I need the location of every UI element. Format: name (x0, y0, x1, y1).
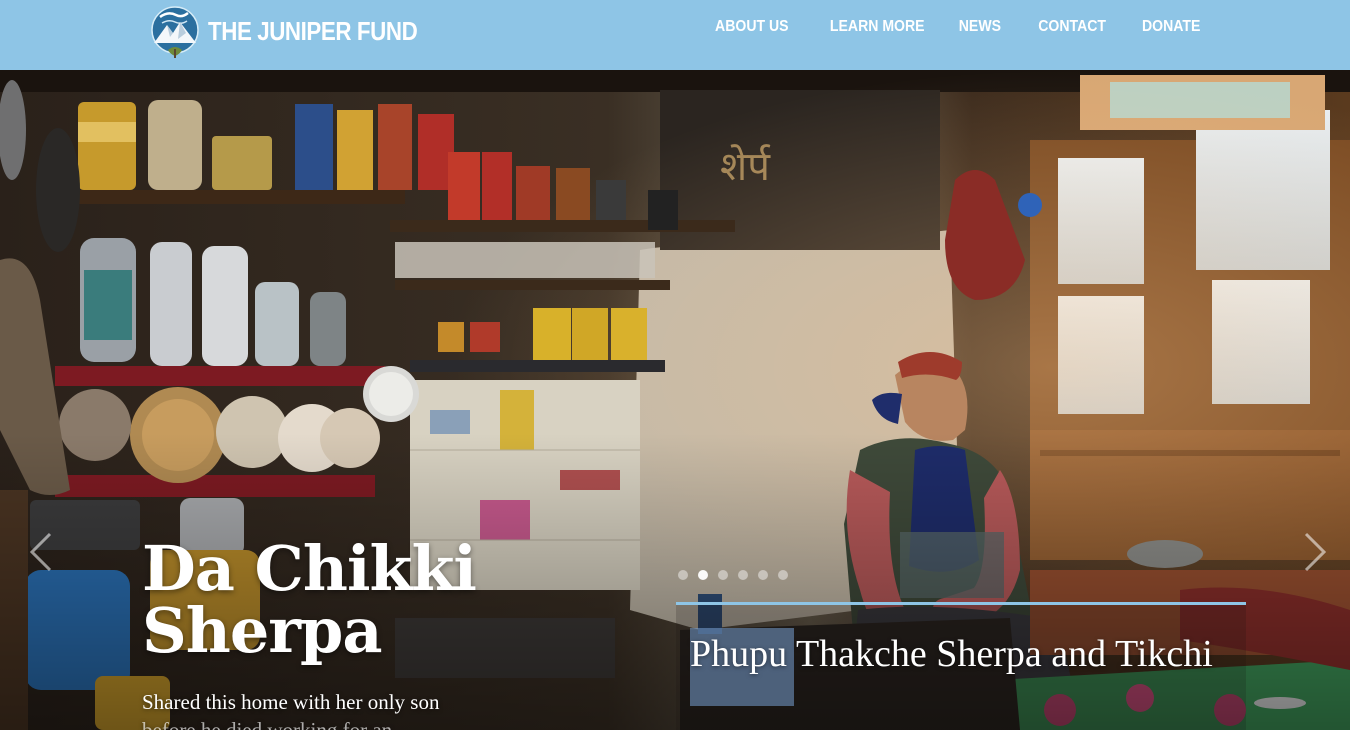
slider-pagination (678, 570, 788, 580)
chevron-right-icon[interactable] (1302, 530, 1328, 574)
chevron-left-icon[interactable] (28, 530, 54, 574)
slide-title: Da Chikki Sherpa (142, 532, 477, 667)
slider-dot-active[interactable] (698, 570, 708, 580)
slide-subtitle: Shared this home with her only son (142, 690, 440, 714)
brand-name: THE JUNIPER FUND (208, 15, 418, 46)
nav-about-us[interactable]: ABOUT US (691, 18, 789, 36)
nav-donate[interactable]: DONATE (1117, 18, 1200, 36)
nav-news[interactable]: NEWS (934, 18, 1000, 36)
hero-slider: शेर्प (0, 70, 1350, 730)
home-logo-link[interactable]: THE JUNIPER FUND (150, 2, 451, 60)
main-nav: ABOUT US LEARN MORE NEWS CONTACT DONATE (677, 18, 1200, 36)
slide-subtitle-continued: before he died working for an (142, 718, 393, 730)
photo-caption: Phupu Thakche Sherpa and Tikchi (690, 633, 1213, 675)
mountain-logo-icon (151, 6, 199, 58)
slider-dot[interactable] (738, 570, 748, 580)
nav-learn-more[interactable]: LEARN MORE (805, 18, 925, 36)
nav-contact[interactable]: CONTACT (1013, 18, 1106, 36)
slider-dot[interactable] (678, 570, 688, 580)
site-header: THE JUNIPER FUND ABOUT US LEARN MORE NEW… (0, 0, 1350, 70)
slider-dot[interactable] (778, 570, 788, 580)
slider-dot[interactable] (758, 570, 768, 580)
slider-dot[interactable] (718, 570, 728, 580)
